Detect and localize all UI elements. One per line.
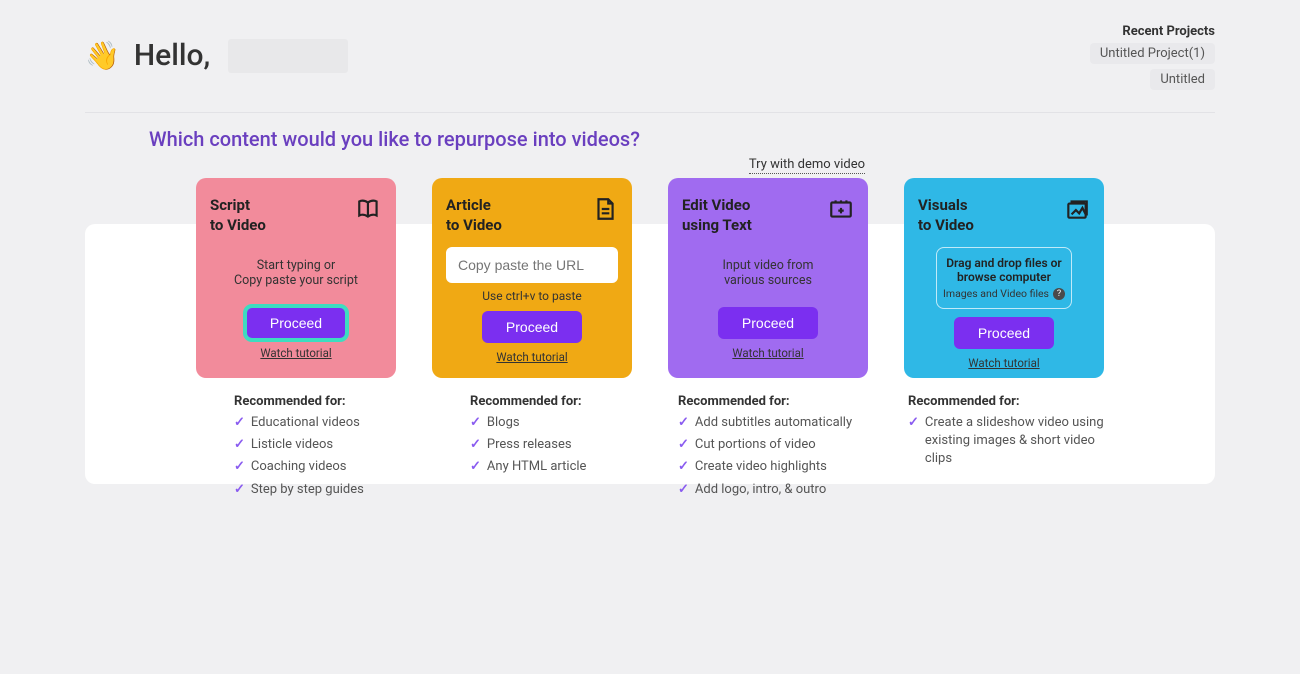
proceed-button[interactable]: Proceed bbox=[482, 311, 582, 343]
recommended-item: ✓Step by step guides bbox=[234, 481, 396, 499]
check-icon: ✓ bbox=[470, 414, 481, 432]
check-icon: ✓ bbox=[470, 436, 481, 454]
recommended-title: Recommended for: bbox=[470, 394, 632, 409]
card-title: Edit Videousing Text bbox=[682, 196, 752, 235]
card-title: Articleto Video bbox=[446, 196, 502, 235]
recommended-title: Recommended for: bbox=[908, 394, 1104, 409]
card-body: Start typing or Copy paste your script bbox=[210, 247, 382, 299]
recommended-item: ✓Blogs bbox=[470, 414, 632, 432]
watch-tutorial-link[interactable]: Watch tutorial bbox=[682, 346, 854, 360]
recent-projects: Recent Projects Untitled Project(1) Unti… bbox=[1090, 24, 1215, 94]
proceed-button[interactable]: Proceed bbox=[954, 317, 1054, 349]
demo-video-link[interactable]: Try with demo video bbox=[749, 157, 865, 174]
recommended-item: ✓Add subtitles automatically bbox=[678, 414, 868, 432]
check-icon: ✓ bbox=[678, 458, 689, 476]
proceed-highlight: Proceed bbox=[246, 307, 346, 339]
check-icon: ✓ bbox=[678, 414, 689, 432]
page-prompt: Which content would you like to repurpos… bbox=[149, 127, 1215, 151]
card-script-to-video: Scriptto Video Start typing or Copy past… bbox=[196, 178, 396, 378]
recommended-list: Recommended for: ✓Create a slideshow vid… bbox=[904, 394, 1104, 469]
greeting: 👋 Hello, bbox=[85, 38, 348, 73]
help-icon[interactable]: ? bbox=[1053, 288, 1065, 300]
proceed-button[interactable]: Proceed bbox=[718, 307, 818, 339]
recommended-item: ✓Create a slideshow video using existing… bbox=[908, 414, 1104, 469]
recent-projects-title: Recent Projects bbox=[1090, 24, 1215, 39]
card-edit-video: Edit Videousing Text Input video from va… bbox=[668, 178, 868, 378]
check-icon: ✓ bbox=[470, 458, 481, 476]
watch-tutorial-link[interactable]: Watch tutorial bbox=[210, 346, 382, 360]
header: 👋 Hello, Recent Projects Untitled Projec… bbox=[85, 20, 1215, 113]
check-icon: ✓ bbox=[908, 414, 919, 432]
username-placeholder bbox=[228, 39, 348, 73]
document-icon bbox=[592, 196, 618, 226]
check-icon: ✓ bbox=[234, 436, 245, 454]
recommended-title: Recommended for: bbox=[678, 394, 868, 409]
card-body: Input video from various sources bbox=[682, 247, 854, 299]
recommended-item: ✓Add logo, intro, & outro bbox=[678, 481, 868, 499]
hello-text: Hello, bbox=[134, 38, 210, 73]
recommended-item: ✓Listicle videos bbox=[234, 436, 396, 454]
proceed-button[interactable]: Proceed bbox=[246, 307, 346, 339]
recommended-list: Recommended for: ✓Add subtitles automati… bbox=[668, 394, 868, 499]
check-icon: ✓ bbox=[234, 481, 245, 499]
card-title: Visualsto Video bbox=[918, 196, 974, 235]
recommended-item: ✓Educational videos bbox=[234, 414, 396, 432]
recommended-title: Recommended for: bbox=[234, 394, 396, 409]
check-icon: ✓ bbox=[678, 436, 689, 454]
watch-tutorial-link[interactable]: Watch tutorial bbox=[446, 350, 618, 364]
recommended-item: ✓Create video highlights bbox=[678, 458, 868, 476]
url-input[interactable] bbox=[446, 247, 618, 283]
recommended-list: Recommended for: ✓Blogs ✓Press releases … bbox=[432, 394, 632, 477]
recommended-item: ✓Press releases bbox=[470, 436, 632, 454]
recommended-item: ✓Any HTML article bbox=[470, 458, 632, 476]
check-icon: ✓ bbox=[678, 481, 689, 499]
card-title: Scriptto Video bbox=[210, 196, 266, 235]
recommended-item: ✓Coaching videos bbox=[234, 458, 396, 476]
book-open-icon bbox=[356, 196, 382, 226]
recent-project-item[interactable]: Untitled bbox=[1150, 69, 1215, 90]
wave-icon: 👋 bbox=[85, 42, 120, 70]
card-article-to-video: Articleto Video Use ctrl+v to paste Proc… bbox=[432, 178, 632, 378]
paste-hint: Use ctrl+v to paste bbox=[482, 289, 581, 303]
video-add-icon bbox=[828, 196, 854, 226]
file-dropzone[interactable]: Drag and drop files orbrowse computer Im… bbox=[936, 247, 1072, 309]
gallery-icon bbox=[1064, 196, 1090, 226]
watch-tutorial-link[interactable]: Watch tutorial bbox=[918, 356, 1090, 370]
recommended-list: Recommended for: ✓Educational videos ✓Li… bbox=[196, 394, 396, 499]
check-icon: ✓ bbox=[234, 414, 245, 432]
recommended-item: ✓Cut portions of video bbox=[678, 436, 868, 454]
check-icon: ✓ bbox=[234, 458, 245, 476]
recent-project-item[interactable]: Untitled Project(1) bbox=[1090, 43, 1215, 64]
card-visuals-to-video: Visualsto Video Drag and drop files orbr… bbox=[904, 178, 1104, 378]
